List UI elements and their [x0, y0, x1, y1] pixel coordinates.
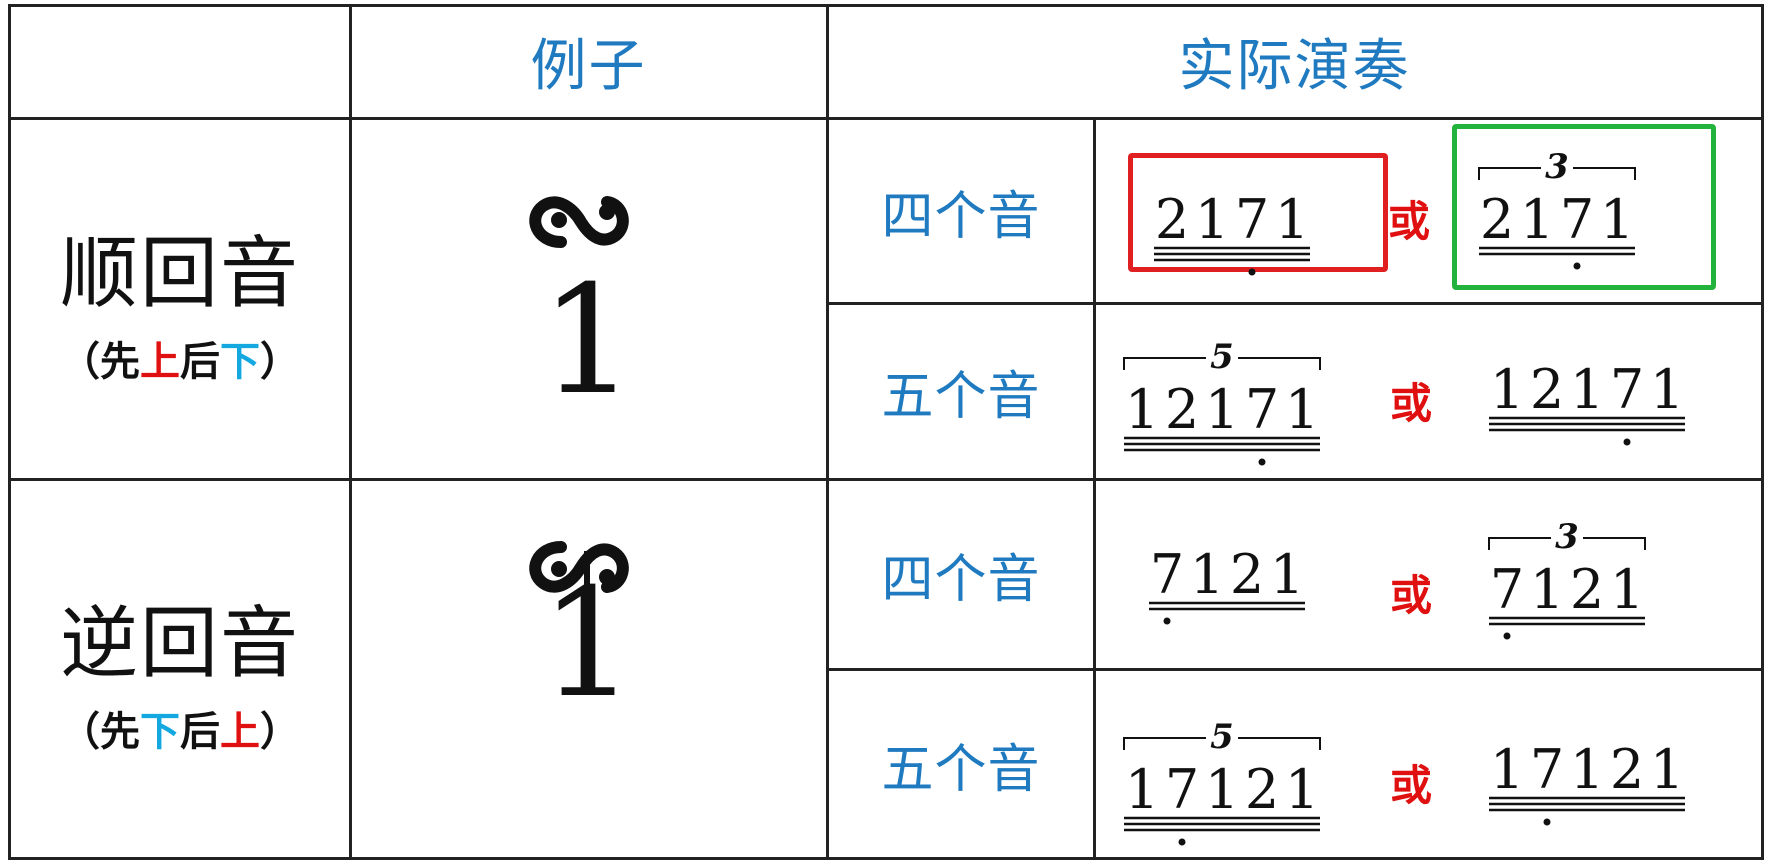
title-text: 顺回音 [59, 229, 300, 319]
notation-r1-four-left: 2171 [1154, 188, 1310, 276]
notation-r1-four-right: 2 1 7 13 [1478, 147, 1636, 270]
note-digit: 1 [1570, 358, 1604, 421]
note-digit: 7 [1560, 188, 1594, 251]
note-digit: 1 [1530, 558, 1564, 621]
note-digit: 1 [1570, 738, 1604, 801]
variant-label-r1-five: 五个音 [881, 367, 1041, 427]
notation-r2-four-left: 7121 [1149, 543, 1305, 625]
note-digit: 2 [1245, 758, 1279, 821]
note-digit: 1 [1270, 543, 1304, 606]
note-digit: 1 [1205, 758, 1239, 821]
notation-r2-five-left: 1 7 1 2 15 [1123, 717, 1321, 846]
low-octave-dot [1163, 617, 1171, 625]
note-digit: 7 [1490, 558, 1524, 621]
note-digit: 2 [1530, 358, 1564, 421]
note-digit: 7 [1245, 378, 1279, 441]
note-digit: 7 [1235, 188, 1269, 251]
or-r1-four: 或 [1388, 197, 1431, 246]
note-digit: 7 [1165, 758, 1199, 821]
variant-label-r2-four: 四个音 [881, 550, 1041, 610]
col-divider-3 [1093, 117, 1096, 860]
low-octave-dot [1573, 262, 1581, 270]
low-octave-dot [1258, 458, 1266, 466]
low-octave-dot [1503, 632, 1511, 640]
title-text: 逆回音 [59, 599, 300, 689]
note-digit: 1 [1275, 188, 1309, 251]
note-digit: 1 [1285, 378, 1319, 441]
variant-label-r1-four: 四个音 [881, 186, 1041, 247]
tuplet-number: 5 [1210, 717, 1234, 757]
note-digit: 2 [1165, 378, 1199, 441]
or-r1-five: 或 [1390, 379, 1433, 428]
or-r2-four: 或 [1390, 571, 1433, 620]
note-digit: 2 [1610, 738, 1644, 801]
example-digit: 1 [540, 557, 635, 731]
note-digit: 1 [1205, 378, 1239, 441]
header-performance: 实际演奏 [1178, 34, 1411, 99]
note-digit: 1 [1520, 188, 1554, 251]
note-digit: 2 [1155, 188, 1189, 251]
row-title-forward-turn: 顺回音 （先上后下） [11, 120, 349, 478]
table-border-right [1761, 4, 1764, 860]
note-digit: 1 [1125, 758, 1159, 821]
note-digit: 1 [1490, 738, 1524, 801]
note-digit: 1 [1195, 188, 1229, 251]
note-digit: 1 [1125, 378, 1159, 441]
note-digit: 1 [1610, 558, 1644, 621]
low-octave-dot [1248, 268, 1256, 276]
note-digit: 1 [1285, 758, 1319, 821]
low-octave-dot [1178, 838, 1186, 846]
row-title-inverted-turn: 逆回音 （先下后上） [11, 481, 349, 857]
order-note: （先下后上） [60, 709, 300, 755]
or-r2-five: 或 [1390, 761, 1433, 810]
note-digit: 1 [1190, 543, 1224, 606]
order-note: （先上后下） [60, 339, 300, 385]
example-turn-1: 1 [529, 196, 636, 428]
note-digit: 1 [1490, 358, 1524, 421]
table-border-bottom [8, 857, 1764, 860]
note-digit: 2 [1230, 543, 1264, 606]
header-example: 例子 [530, 34, 647, 99]
low-octave-dot [1623, 438, 1631, 446]
example-digit: 1 [540, 254, 635, 428]
note-digit: 2 [1570, 558, 1604, 621]
notation-r2-four-right: 7 1 2 13 [1488, 517, 1646, 640]
notation-r1-five-left: 1 2 1 7 15 [1123, 337, 1321, 466]
tuplet-number: 5 [1210, 337, 1234, 377]
notation-r2-five-right: 17121 [1489, 738, 1685, 826]
note-digit: 2 [1480, 188, 1514, 251]
note-digit: 7 [1150, 543, 1184, 606]
notation-r1-five-right: 12171 [1489, 358, 1685, 446]
note-digit: 1 [1600, 188, 1634, 251]
note-digit: 7 [1610, 358, 1644, 421]
example-turn-2: 1 [529, 541, 636, 731]
note-digit: 7 [1530, 738, 1564, 801]
tuplet-number: 3 [1545, 147, 1569, 187]
low-octave-dot [1543, 818, 1551, 826]
note-digit: 1 [1650, 738, 1684, 801]
tuplet-number: 3 [1555, 517, 1579, 557]
note-digit: 1 [1650, 358, 1684, 421]
variant-label-r2-five: 五个音 [881, 739, 1041, 800]
